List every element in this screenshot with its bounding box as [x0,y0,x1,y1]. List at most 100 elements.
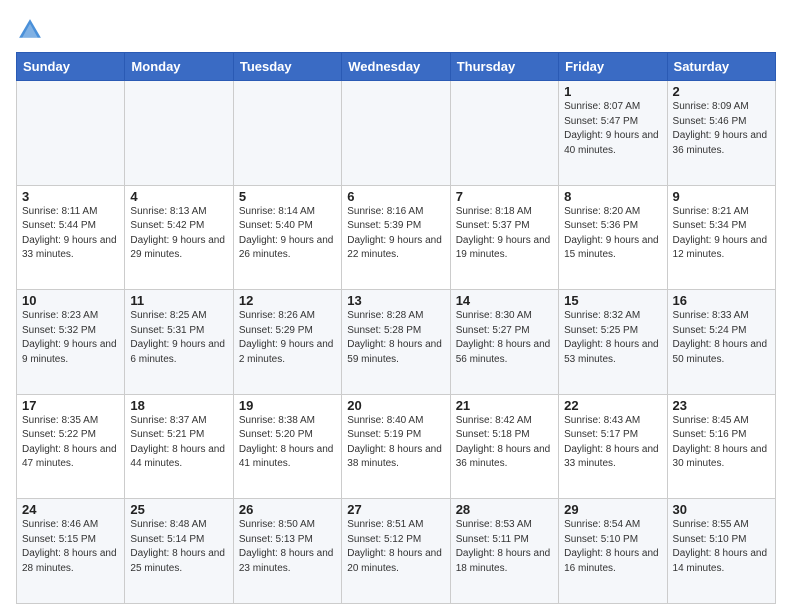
day-info: Sunrise: 8:50 AM Sunset: 5:13 PM Dayligh… [239,518,336,576]
day-info: Sunrise: 8:07 AM Sunset: 5:47 PM Dayligh… [564,100,661,158]
calendar-day-cell: 23Sunrise: 8:45 AM Sunset: 5:16 PM Dayli… [667,394,775,499]
day-number: 12 [239,293,336,308]
day-info: Sunrise: 8:33 AM Sunset: 5:24 PM Dayligh… [673,309,770,367]
day-info: Sunrise: 8:55 AM Sunset: 5:10 PM Dayligh… [673,518,770,576]
day-info: Sunrise: 8:53 AM Sunset: 5:11 PM Dayligh… [456,518,553,576]
day-info: Sunrise: 8:20 AM Sunset: 5:36 PM Dayligh… [564,205,661,263]
calendar-day-cell: 18Sunrise: 8:37 AM Sunset: 5:21 PM Dayli… [125,394,233,499]
day-number: 3 [22,189,119,204]
header [16,16,776,44]
calendar-day-cell: 7Sunrise: 8:18 AM Sunset: 5:37 PM Daylig… [450,185,558,290]
day-info: Sunrise: 8:42 AM Sunset: 5:18 PM Dayligh… [456,414,553,472]
day-number: 14 [456,293,553,308]
calendar-day-cell [233,81,341,186]
calendar-week-row: 24Sunrise: 8:46 AM Sunset: 5:15 PM Dayli… [17,499,776,604]
calendar-week-row: 10Sunrise: 8:23 AM Sunset: 5:32 PM Dayli… [17,290,776,395]
day-number: 30 [673,502,770,517]
calendar-body: 1Sunrise: 8:07 AM Sunset: 5:47 PM Daylig… [17,81,776,604]
calendar-day-cell: 27Sunrise: 8:51 AM Sunset: 5:12 PM Dayli… [342,499,450,604]
calendar-day-cell: 28Sunrise: 8:53 AM Sunset: 5:11 PM Dayli… [450,499,558,604]
day-number: 24 [22,502,119,517]
days-of-week-row: SundayMondayTuesdayWednesdayThursdayFrid… [17,53,776,81]
day-number: 6 [347,189,444,204]
day-number: 17 [22,398,119,413]
calendar-day-cell [450,81,558,186]
day-number: 11 [130,293,227,308]
day-number: 10 [22,293,119,308]
day-of-week-header: Friday [559,53,667,81]
day-number: 25 [130,502,227,517]
day-number: 7 [456,189,553,204]
day-of-week-header: Monday [125,53,233,81]
day-number: 9 [673,189,770,204]
calendar-day-cell: 15Sunrise: 8:32 AM Sunset: 5:25 PM Dayli… [559,290,667,395]
day-info: Sunrise: 8:35 AM Sunset: 5:22 PM Dayligh… [22,414,119,472]
calendar-day-cell: 16Sunrise: 8:33 AM Sunset: 5:24 PM Dayli… [667,290,775,395]
calendar-day-cell: 3Sunrise: 8:11 AM Sunset: 5:44 PM Daylig… [17,185,125,290]
day-number: 26 [239,502,336,517]
day-info: Sunrise: 8:54 AM Sunset: 5:10 PM Dayligh… [564,518,661,576]
logo-icon [16,16,44,44]
day-of-week-header: Thursday [450,53,558,81]
day-number: 4 [130,189,227,204]
day-number: 16 [673,293,770,308]
day-number: 28 [456,502,553,517]
day-number: 27 [347,502,444,517]
calendar-day-cell: 20Sunrise: 8:40 AM Sunset: 5:19 PM Dayli… [342,394,450,499]
calendar-day-cell: 4Sunrise: 8:13 AM Sunset: 5:42 PM Daylig… [125,185,233,290]
calendar-week-row: 17Sunrise: 8:35 AM Sunset: 5:22 PM Dayli… [17,394,776,499]
calendar-day-cell: 22Sunrise: 8:43 AM Sunset: 5:17 PM Dayli… [559,394,667,499]
day-info: Sunrise: 8:23 AM Sunset: 5:32 PM Dayligh… [22,309,119,367]
day-of-week-header: Wednesday [342,53,450,81]
calendar-day-cell: 17Sunrise: 8:35 AM Sunset: 5:22 PM Dayli… [17,394,125,499]
calendar-day-cell: 12Sunrise: 8:26 AM Sunset: 5:29 PM Dayli… [233,290,341,395]
day-info: Sunrise: 8:25 AM Sunset: 5:31 PM Dayligh… [130,309,227,367]
calendar-day-cell [17,81,125,186]
day-info: Sunrise: 8:48 AM Sunset: 5:14 PM Dayligh… [130,518,227,576]
day-info: Sunrise: 8:51 AM Sunset: 5:12 PM Dayligh… [347,518,444,576]
calendar-week-row: 3Sunrise: 8:11 AM Sunset: 5:44 PM Daylig… [17,185,776,290]
day-info: Sunrise: 8:28 AM Sunset: 5:28 PM Dayligh… [347,309,444,367]
calendar-day-cell: 11Sunrise: 8:25 AM Sunset: 5:31 PM Dayli… [125,290,233,395]
calendar-day-cell: 6Sunrise: 8:16 AM Sunset: 5:39 PM Daylig… [342,185,450,290]
calendar-day-cell: 13Sunrise: 8:28 AM Sunset: 5:28 PM Dayli… [342,290,450,395]
day-of-week-header: Saturday [667,53,775,81]
logo [16,16,48,44]
day-info: Sunrise: 8:16 AM Sunset: 5:39 PM Dayligh… [347,205,444,263]
day-info: Sunrise: 8:14 AM Sunset: 5:40 PM Dayligh… [239,205,336,263]
day-info: Sunrise: 8:46 AM Sunset: 5:15 PM Dayligh… [22,518,119,576]
day-number: 2 [673,84,770,99]
calendar-table: SundayMondayTuesdayWednesdayThursdayFrid… [16,52,776,604]
calendar-day-cell: 8Sunrise: 8:20 AM Sunset: 5:36 PM Daylig… [559,185,667,290]
day-number: 19 [239,398,336,413]
calendar-day-cell: 19Sunrise: 8:38 AM Sunset: 5:20 PM Dayli… [233,394,341,499]
calendar-header: SundayMondayTuesdayWednesdayThursdayFrid… [17,53,776,81]
calendar-day-cell: 9Sunrise: 8:21 AM Sunset: 5:34 PM Daylig… [667,185,775,290]
day-info: Sunrise: 8:11 AM Sunset: 5:44 PM Dayligh… [22,205,119,263]
day-number: 22 [564,398,661,413]
day-info: Sunrise: 8:09 AM Sunset: 5:46 PM Dayligh… [673,100,770,158]
day-number: 5 [239,189,336,204]
day-number: 15 [564,293,661,308]
calendar-day-cell: 29Sunrise: 8:54 AM Sunset: 5:10 PM Dayli… [559,499,667,604]
calendar-week-row: 1Sunrise: 8:07 AM Sunset: 5:47 PM Daylig… [17,81,776,186]
day-info: Sunrise: 8:38 AM Sunset: 5:20 PM Dayligh… [239,414,336,472]
day-number: 20 [347,398,444,413]
calendar-day-cell: 2Sunrise: 8:09 AM Sunset: 5:46 PM Daylig… [667,81,775,186]
day-info: Sunrise: 8:32 AM Sunset: 5:25 PM Dayligh… [564,309,661,367]
calendar-day-cell: 14Sunrise: 8:30 AM Sunset: 5:27 PM Dayli… [450,290,558,395]
day-info: Sunrise: 8:13 AM Sunset: 5:42 PM Dayligh… [130,205,227,263]
day-number: 21 [456,398,553,413]
calendar-day-cell [342,81,450,186]
calendar-day-cell: 30Sunrise: 8:55 AM Sunset: 5:10 PM Dayli… [667,499,775,604]
calendar-day-cell: 21Sunrise: 8:42 AM Sunset: 5:18 PM Dayli… [450,394,558,499]
calendar-day-cell: 25Sunrise: 8:48 AM Sunset: 5:14 PM Dayli… [125,499,233,604]
day-number: 13 [347,293,444,308]
day-number: 18 [130,398,227,413]
day-number: 29 [564,502,661,517]
day-info: Sunrise: 8:18 AM Sunset: 5:37 PM Dayligh… [456,205,553,263]
calendar-day-cell: 1Sunrise: 8:07 AM Sunset: 5:47 PM Daylig… [559,81,667,186]
calendar-day-cell [125,81,233,186]
day-info: Sunrise: 8:21 AM Sunset: 5:34 PM Dayligh… [673,205,770,263]
day-info: Sunrise: 8:30 AM Sunset: 5:27 PM Dayligh… [456,309,553,367]
